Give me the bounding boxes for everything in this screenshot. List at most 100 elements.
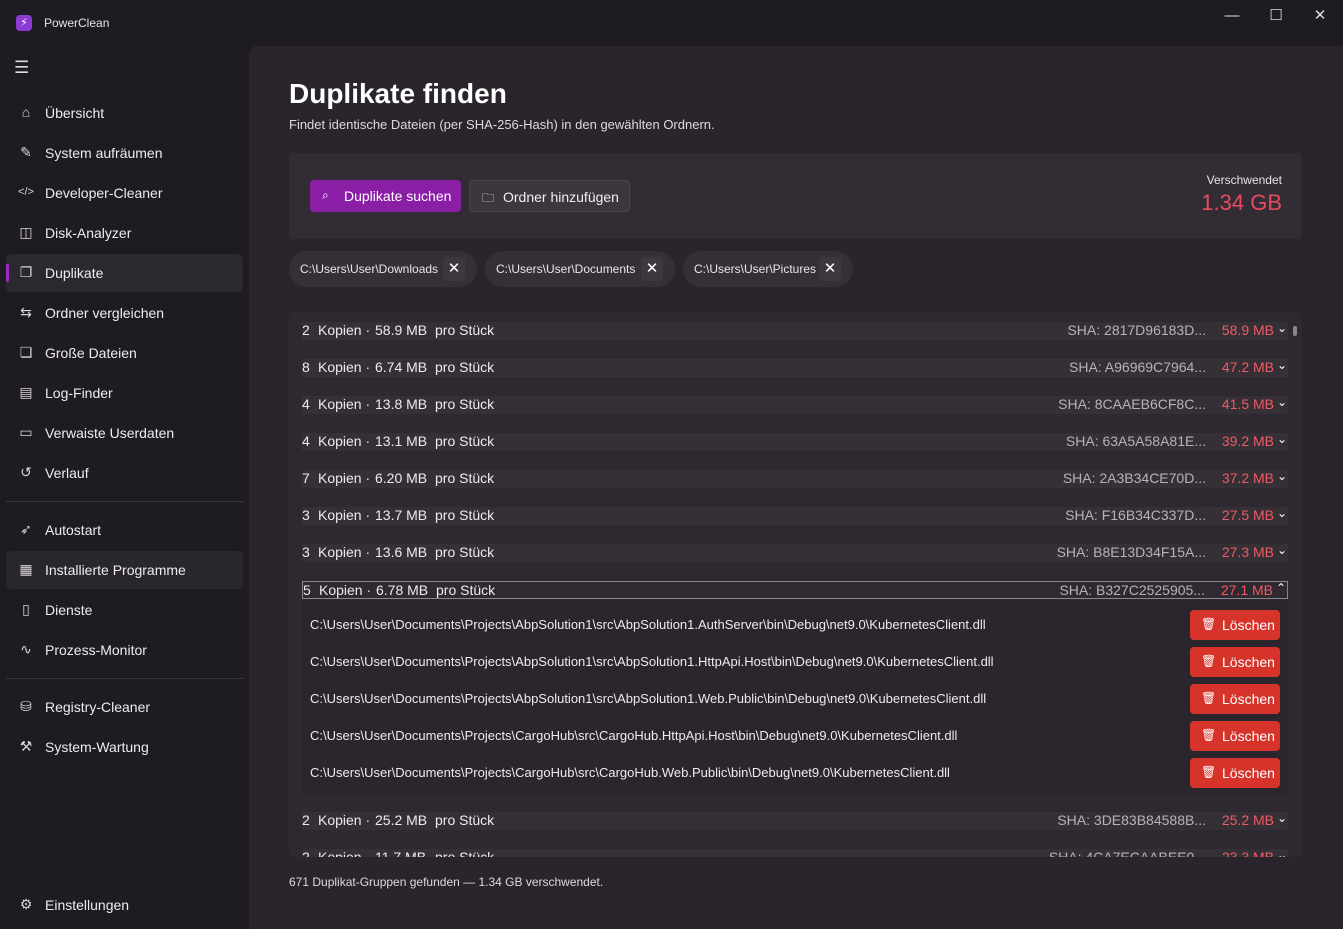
sidebar-item-ordner-vergleichen[interactable]: ⇆ Ordner vergleichen [6,294,243,332]
group-total: 27.3 MB [1221,544,1274,560]
group-per-item-label: pro Stück [436,582,496,598]
sidebar-item-label: Übersicht [45,105,105,121]
chevron-down-icon[interactable]: ⌄ [1277,506,1287,520]
group-size: 13.7 MB [375,507,428,523]
large-file-icon: ❏ [19,344,33,360]
hamburger-menu-icon[interactable]: ☰ [14,58,29,78]
sidebar-item-registry-cleaner[interactable]: ⛁ Registry-Cleaner [6,688,243,726]
sidebar-item-installierte-programme[interactable]: ▦ Installierte Programme [6,551,243,589]
sidebar-item-verwaiste-userdaten[interactable]: ▭ Verwaiste Userdaten [6,414,243,452]
sidebar-item-developer-cleaner[interactable]: </> Developer-Cleaner [6,174,243,212]
sidebar-item-disk-analyzer[interactable]: ◫ Disk-Analyzer [6,214,243,252]
delete-button[interactable]: 🗑 Löschen [1190,758,1280,788]
group-total: 27.5 MB [1221,507,1274,523]
group-per-item-label: pro Stück [435,470,495,486]
delete-label: Löschen [1222,617,1275,633]
action-card: ⌕ Duplikate suchen 🗀 Ordner hinzufügen V… [289,153,1302,239]
delete-button[interactable]: 🗑 Löschen [1190,610,1280,640]
remove-folder-icon[interactable]: ✕ [819,257,841,281]
add-folder-button[interactable]: 🗀 Ordner hinzufügen [469,180,630,212]
database-icon: ⛁ [20,698,32,714]
document-icon: ▤ [19,384,33,400]
duplicate-groups-list[interactable]: 2 Kopien · 58.9 MB pro Stück SHA: 2817D9… [289,312,1302,857]
group-per-item-label: pro Stück [435,849,495,857]
sidebar-item-system-aufraeumen[interactable]: ✎ System aufräumen [6,134,243,172]
sidebar-item-grosse-dateien[interactable]: ❏ Große Dateien [6,334,243,372]
duplicate-group-row[interactable]: 4 Kopien · 13.1 MB pro Stück SHA: 63A5A5… [302,432,1288,451]
group-sha: SHA: 8CAAEB6CF8C... [1058,396,1206,412]
group-per-item-label: pro Stück [435,812,495,828]
delete-label: Löschen [1222,654,1275,670]
duplicate-group-row[interactable]: 3 Kopien · 13.6 MB pro Stück SHA: B8E13D… [302,543,1288,562]
delete-button[interactable]: 🗑 Löschen [1190,684,1280,714]
sidebar-item-duplikate[interactable]: ❐ Duplikate [6,254,243,292]
sidebar-item-uebersicht[interactable]: ⌂ Übersicht [6,94,243,132]
chevron-up-icon[interactable]: ⌃ [1276,581,1286,595]
delete-button[interactable]: 🗑 Löschen [1190,647,1280,677]
chevron-down-icon[interactable]: ⌄ [1277,358,1287,372]
sidebar-item-label: Verwaiste Userdaten [45,425,175,441]
sidebar-item-einstellungen[interactable]: ⚙ Einstellungen [6,886,243,924]
duplicate-group-row[interactable]: 2 Kopien · 25.2 MB pro Stück SHA: 3DE83B… [302,811,1288,830]
chevron-down-icon[interactable]: ⌄ [1277,848,1287,857]
group-size: 6.78 MB [376,582,429,598]
duplicate-file-row: C:\Users\User\Documents\Projects\CargoHu… [310,721,1280,751]
chevron-down-icon[interactable]: ⌄ [1277,395,1287,409]
group-total: 37.2 MB [1221,470,1274,486]
sidebar-item-system-wartung[interactable]: ⚒ System-Wartung [6,728,243,766]
trash-icon: 🗑 [1201,617,1217,631]
group-size: 13.6 MB [375,544,428,560]
duplicate-group-row[interactable]: 4 Kopien · 13.8 MB pro Stück SHA: 8CAAEB… [302,395,1288,414]
group-count: 4 [302,396,310,412]
sidebar-divider [6,678,244,679]
chevron-down-icon[interactable]: ⌄ [1277,543,1287,557]
maximize-button[interactable]: ☐ [1254,5,1298,27]
duplicate-group-row[interactable]: 7 Kopien · 6.20 MB pro Stück SHA: 2A3B34… [302,469,1288,488]
trash-icon: 🗑 [1201,691,1217,705]
group-count: 2 [302,322,310,338]
group-count: 2 [302,849,310,857]
group-per-item-label: pro Stück [435,433,495,449]
minimize-button[interactable]: — [1210,5,1254,27]
sidebar-item-label: System aufräumen [45,145,163,161]
chevron-down-icon[interactable]: ⌄ [1277,811,1287,825]
sidebar: ☰ ⌂ Übersicht ✎ System aufräumen </> Dev… [0,46,249,929]
group-copies-label: Kopien · [318,812,371,828]
remove-folder-icon[interactable]: ✕ [443,257,465,281]
search-duplicates-label: Duplikate suchen [344,188,452,204]
sidebar-item-autostart[interactable]: ➶ Autostart [6,511,243,549]
duplicate-group-row-expanded[interactable]: 5 Kopien · 6.78 MB pro Stück SHA: B327C2… [302,581,1288,599]
chevron-down-icon[interactable]: ⌄ [1277,469,1287,483]
sidebar-item-verlauf[interactable]: ↺ Verlauf [6,454,243,492]
duplicate-group-row[interactable]: 8 Kopien · 6.74 MB pro Stück SHA: A96969… [302,358,1288,377]
delete-button[interactable]: 🗑 Löschen [1190,721,1280,751]
search-duplicates-button[interactable]: ⌕ Duplikate suchen [310,180,461,212]
sidebar-item-prozess-monitor[interactable]: ∿ Prozess-Monitor [6,631,243,669]
scrollbar-thumb[interactable] [1293,326,1297,336]
group-per-item-label: pro Stück [435,396,495,412]
duplicate-group-row[interactable]: 2 Kopien · 58.9 MB pro Stück SHA: 2817D9… [302,321,1288,340]
file-path: C:\Users\User\Documents\Projects\AbpSolu… [310,691,987,706]
chevron-down-icon[interactable]: ⌄ [1277,321,1287,335]
page-title: Duplikate finden [289,78,507,109]
duplicate-group-row[interactable]: 3 Kopien · 13.7 MB pro Stück SHA: F16B34… [302,506,1288,525]
sidebar-item-dienste[interactable]: ▯ Dienste [6,591,243,629]
group-per-item-label: pro Stück [435,507,495,523]
group-per-item-label: pro Stück [435,322,495,338]
group-sha: SHA: 2A3B34CE70D... [1062,470,1206,486]
sidebar-item-label: Große Dateien [45,345,137,361]
group-copies-label: Kopien · [318,544,371,560]
remove-folder-icon[interactable]: ✕ [641,257,663,281]
close-button[interactable]: ✕ [1298,5,1342,27]
sidebar-item-label: Autostart [45,522,102,538]
group-count: 8 [302,359,310,375]
group-count: 3 [302,507,310,523]
group-total: 25.2 MB [1221,812,1274,828]
wrench-icon: ⚒ [19,738,33,754]
duplicate-group-row[interactable]: 2 Kopien · 11.7 MB pro Stück SHA: 4CA7EC… [302,848,1288,857]
folder-add-icon: 🗀 [482,191,495,205]
wasted-label: Verschwendet [1206,173,1282,187]
group-size: 58.9 MB [375,322,428,338]
sidebar-item-log-finder[interactable]: ▤ Log-Finder [6,374,243,412]
chevron-down-icon[interactable]: ⌄ [1277,432,1287,446]
